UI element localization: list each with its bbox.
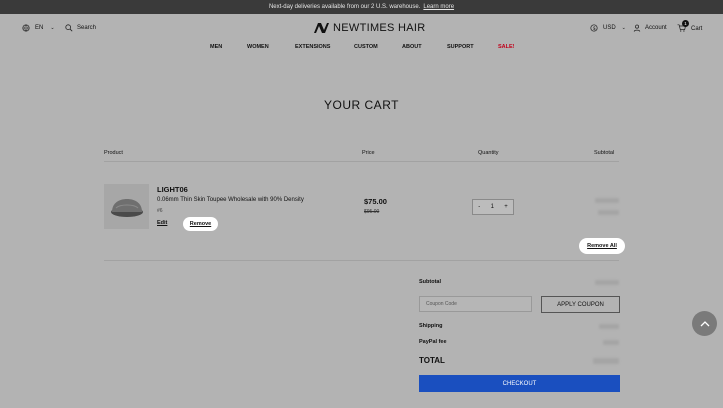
- announcement-text: Next-day deliveries available from our 2…: [268, 4, 421, 10]
- shipping-value-blurred: [599, 324, 619, 329]
- nav-extensions[interactable]: EXTENSIONS: [295, 44, 330, 50]
- announcement-bar: Next-day deliveries available from our 2…: [0, 0, 723, 14]
- page-title: YOUR CART: [324, 98, 399, 112]
- currency-selector[interactable]: $ USD ⌄: [590, 24, 626, 32]
- divider: [104, 260, 619, 261]
- account-link[interactable]: Account: [633, 24, 667, 32]
- cart-icon-wrap: 1: [677, 20, 689, 34]
- search-button[interactable]: Search: [65, 24, 96, 32]
- toupee-icon: [111, 199, 143, 217]
- nav-support[interactable]: SUPPORT: [447, 44, 474, 50]
- total-label: TOTAL: [419, 356, 445, 365]
- coupon-input[interactable]: Coupon Code: [419, 296, 532, 312]
- product-old-price: $95.00: [364, 209, 380, 215]
- summary-subtotal-label: Subtotal: [419, 279, 441, 285]
- col-product: Product: [104, 150, 123, 156]
- cart-link[interactable]: 1 Cart: [677, 20, 703, 34]
- user-icon: [633, 24, 641, 32]
- qty-increase-button[interactable]: +: [504, 204, 508, 210]
- quantity-stepper: - 1 +: [472, 199, 514, 215]
- nav-about[interactable]: ABOUT: [402, 44, 422, 50]
- search-icon: [65, 24, 73, 32]
- col-quantity: Quantity: [478, 150, 499, 156]
- nav-sale[interactable]: SALE!: [498, 44, 515, 50]
- apply-coupon-button[interactable]: APPLY COUPON: [541, 296, 620, 313]
- paypal-fee-blurred: [603, 340, 619, 345]
- chevron-down-icon: ⌄: [621, 25, 626, 31]
- cart-label: Cart: [691, 26, 703, 32]
- nav-custom[interactable]: CUSTOM: [354, 44, 378, 50]
- product-price: $75.00: [364, 197, 387, 206]
- chevron-down-icon: ⌄: [50, 25, 55, 31]
- site-header: EN ⌄ Search NEWTIMES HAIR $ USD ⌄ Accoun…: [0, 14, 723, 59]
- remove-button[interactable]: Remove: [183, 217, 218, 231]
- scroll-to-top-button[interactable]: [692, 311, 717, 336]
- summary-subtotal-blurred: [595, 280, 619, 285]
- remove-all-button[interactable]: Remove All: [579, 238, 625, 254]
- paypal-fee-label: PayPal fee: [419, 339, 447, 345]
- chevron-up-icon: [700, 321, 709, 327]
- total-value-blurred: [593, 358, 619, 364]
- logo-mark-icon: [314, 23, 329, 33]
- product-image[interactable]: [104, 184, 149, 229]
- nav-women[interactable]: WOMEN: [247, 44, 269, 50]
- divider: [104, 161, 619, 162]
- svg-text:$: $: [593, 26, 596, 32]
- item-subtotal-old-blurred: [598, 210, 619, 215]
- language-label: EN: [35, 25, 44, 31]
- product-name[interactable]: LIGHT06: [157, 185, 188, 194]
- qty-decrease-button[interactable]: -: [478, 204, 480, 210]
- dollar-circle-icon: $: [590, 24, 598, 32]
- brand-name: NEWTIMES HAIR: [333, 22, 426, 34]
- edit-link[interactable]: Edit: [157, 220, 167, 226]
- nav-men[interactable]: MEN: [210, 44, 222, 50]
- globe-icon: [22, 24, 30, 32]
- account-label: Account: [645, 25, 667, 31]
- language-selector[interactable]: EN ⌄: [22, 24, 55, 32]
- search-label: Search: [77, 25, 97, 31]
- product-description: 0.06mm Thin Skin Toupee Wholesale with 9…: [157, 197, 304, 203]
- checkout-button[interactable]: CHECKOUT: [419, 375, 620, 392]
- col-price: Price: [362, 150, 375, 156]
- cart-count-badge: 1: [682, 20, 689, 27]
- shipping-label: Shipping: [419, 323, 443, 329]
- qty-value[interactable]: 1: [491, 204, 494, 210]
- brand-logo[interactable]: NEWTIMES HAIR: [313, 22, 426, 34]
- col-subtotal: Subtotal: [594, 150, 615, 156]
- product-variant: #6: [157, 208, 163, 214]
- item-subtotal-blurred: [595, 198, 619, 203]
- learn-more-link[interactable]: Learn more: [423, 4, 454, 10]
- currency-label: USD: [603, 25, 616, 31]
